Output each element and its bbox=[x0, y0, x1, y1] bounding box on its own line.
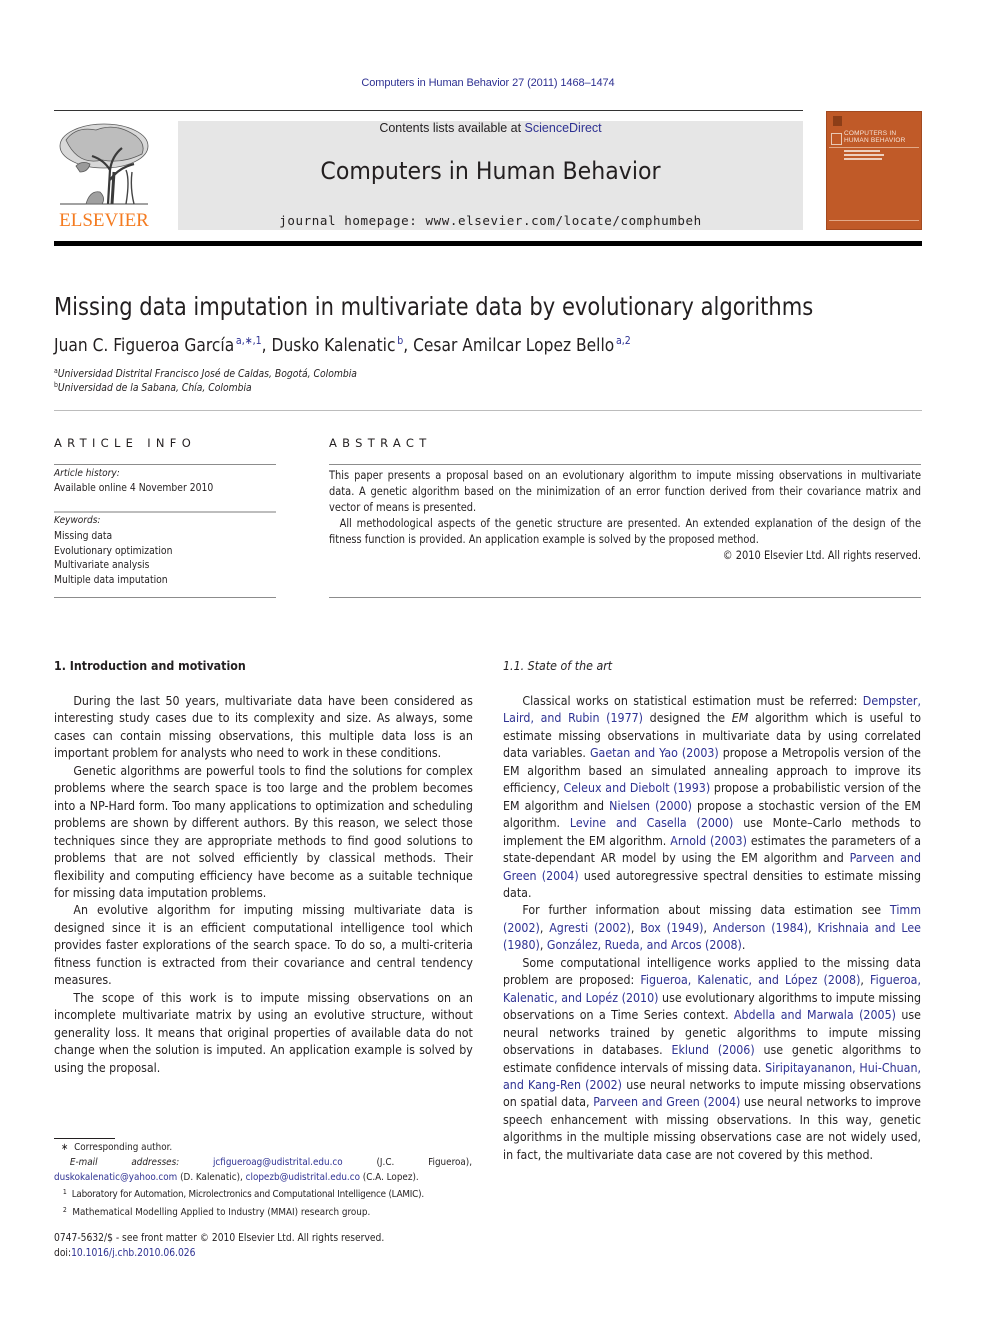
cover-detail bbox=[844, 158, 882, 160]
author-name: Cesar Amilcar Lopez Bello bbox=[413, 335, 615, 356]
citation-link[interactable]: Eklund (2006) bbox=[671, 1042, 754, 1057]
author-name: Juan C. Figueroa García bbox=[54, 335, 235, 356]
footnote: 2 Mathematical Modelling Applied to Indu… bbox=[62, 1206, 371, 1219]
footnotes: ∗ Corresponding author. E-mail addresses… bbox=[54, 1141, 473, 1221]
cover-rule bbox=[829, 220, 919, 221]
abstract-heading: ABSTRACT bbox=[329, 436, 432, 450]
abstract-rule bbox=[329, 597, 921, 598]
body-paragraph: The scope of this work is to impute miss… bbox=[54, 989, 473, 1075]
keyword: Multivariate analysis bbox=[54, 559, 150, 571]
journal-title[interactable]: Computers in Human Behavior bbox=[203, 157, 778, 185]
affiliation: bUniversidad de la Sabana, Chía, Colombi… bbox=[54, 381, 252, 394]
keywords-label: Keywords: bbox=[54, 515, 101, 526]
elsevier-wordmark: ELSEVIER bbox=[59, 210, 149, 231]
bottom-meta: 0747-5632/$ - see front matter © 2010 El… bbox=[54, 1231, 384, 1261]
running-head[interactable]: Computers in Human Behavior 27 (2011) 14… bbox=[0, 77, 976, 89]
header-rule bbox=[54, 110, 803, 111]
cover-rule bbox=[829, 147, 919, 148]
journal-cover-image[interactable]: COMPUTERS IN HUMAN BEHAVIOR bbox=[826, 111, 922, 230]
journal-homepage[interactable]: journal homepage: www.elsevier.com/locat… bbox=[178, 213, 803, 228]
abstract-paragraph: This paper presents a proposal based on … bbox=[329, 469, 922, 514]
body-paragraph: Some computational intelligence works ap… bbox=[503, 954, 922, 1162]
email-link[interactable]: duskokalenatic@yahoo.com bbox=[54, 1172, 177, 1183]
elsevier-tree-icon bbox=[56, 120, 152, 206]
doi-line: doi:10.1016/j.chb.2010.06.026 bbox=[54, 1248, 196, 1259]
issn-line: 0747-5632/$ - see front matter © 2010 El… bbox=[54, 1233, 385, 1244]
abstract-body: This paper presents a proposal based on … bbox=[329, 468, 921, 564]
email-addresses: E-mail addresses: jcfigueroag@udistrital… bbox=[69, 1156, 473, 1168]
citation-link[interactable]: Gaetan and Yao (2003) bbox=[590, 745, 719, 760]
body-paragraph: An evolutive algorithm for imputing miss… bbox=[54, 902, 473, 988]
abstract-paragraph: All methodological aspects of the geneti… bbox=[329, 517, 922, 546]
paper-title: Missing data imputation in multivariate … bbox=[54, 292, 814, 321]
email-link[interactable]: clopezb@udistrital.edu.co bbox=[246, 1172, 360, 1183]
cover-detail bbox=[844, 154, 884, 156]
citation-link[interactable]: Levine and Casella (2000) bbox=[570, 815, 734, 830]
cover-title: COMPUTERS IN HUMAN BEHAVIOR bbox=[844, 130, 906, 144]
email-link[interactable]: jcfigueroag@udistrital.edu.co bbox=[213, 1157, 343, 1168]
body-paragraph: Classical works on statistical estimatio… bbox=[503, 693, 922, 900]
journal-banner: Contents lists available at ScienceDirec… bbox=[178, 121, 803, 230]
citation-link[interactable]: Figueroa, Kalenatic, and López (2008) bbox=[640, 972, 860, 987]
article-info-rule bbox=[54, 597, 276, 598]
author-list: Juan C. Figueroa García a,∗,1, Dusko Kale… bbox=[54, 334, 631, 356]
journal-citation-link[interactable]: Computers in Human Behavior 27 (2011) 14… bbox=[361, 77, 614, 89]
citation-link[interactable]: Parveen and Green (2004) bbox=[593, 1094, 740, 1109]
sciencedirect-link[interactable]: ScienceDirect bbox=[525, 121, 602, 135]
abstract-copyright: © 2010 Elsevier Ltd. All rights reserved… bbox=[722, 549, 922, 562]
article-history-label: Article history: bbox=[54, 468, 120, 479]
abstract-rule bbox=[329, 464, 921, 465]
cover-publisher-icon bbox=[833, 116, 842, 126]
section-heading: 1. Introduction and motivation bbox=[54, 658, 246, 673]
author-name: Dusko Kalenatic bbox=[271, 335, 396, 356]
body-paragraph: For further information about missing da… bbox=[503, 902, 921, 953]
citation-link[interactable]: Agresti (2002) bbox=[549, 920, 631, 935]
email-addresses-cont: duskokalenatic@yahoo.com (D. Kalenatic),… bbox=[54, 1171, 419, 1183]
body-paragraph: During the last 50 years, multivariate d… bbox=[54, 693, 473, 761]
cover-journal-icon bbox=[831, 133, 842, 145]
title-rule bbox=[54, 410, 922, 411]
article-history-value: Available online 4 November 2010 bbox=[54, 482, 214, 494]
footnote: 1 Laboratory for Automation, Microlectro… bbox=[62, 1188, 424, 1201]
author-affiliation-link[interactable]: a,2 bbox=[616, 334, 631, 347]
contents-line: Contents lists available at ScienceDirec… bbox=[379, 121, 602, 135]
keyword: Evolutionary optimization bbox=[54, 544, 173, 557]
affiliation: aUniversidad Distrital Francisco José de… bbox=[54, 367, 357, 380]
citation-link[interactable]: Arnold (2003) bbox=[670, 833, 747, 848]
elsevier-logo: ELSEVIER bbox=[54, 120, 154, 232]
body-paragraph: Genetic algorithms are powerful tools to… bbox=[54, 762, 473, 900]
right-column-body: Classical works on statistical estimatio… bbox=[503, 692, 921, 1163]
citation-link[interactable]: Abdella and Marwala (2005) bbox=[734, 1007, 896, 1022]
keywords-list: Missing data Evolutionary optimization M… bbox=[54, 529, 172, 587]
article-info-rule bbox=[54, 464, 276, 465]
footnote-rule bbox=[54, 1138, 115, 1139]
author-affiliation-link[interactable]: a,∗,1 bbox=[236, 334, 262, 347]
citation-link[interactable]: Anderson (1984) bbox=[713, 920, 808, 935]
citation-link[interactable]: Nielsen (2000) bbox=[609, 798, 692, 813]
article-info-rule bbox=[54, 511, 276, 513]
citation-link[interactable]: Celeux and Diebolt (1993) bbox=[563, 780, 710, 795]
subsection-heading: 1.1. State of the art bbox=[503, 658, 613, 673]
header-thick-rule bbox=[54, 241, 922, 246]
citation-link[interactable]: González, Rueda, and Arcos (2008) bbox=[547, 937, 742, 952]
keyword: Multiple data imputation bbox=[54, 573, 168, 586]
citation-link[interactable]: Box (1949) bbox=[640, 920, 703, 935]
cover-detail bbox=[844, 150, 880, 152]
article-info-heading: ARTICLE INFO bbox=[54, 436, 197, 450]
keyword: Missing data bbox=[54, 530, 113, 542]
corresponding-author-note: ∗ Corresponding author. bbox=[61, 1142, 173, 1153]
left-column-body: During the last 50 years, multivariate d… bbox=[54, 692, 473, 1076]
doi-link[interactable]: 10.1016/j.chb.2010.06.026 bbox=[71, 1248, 195, 1259]
